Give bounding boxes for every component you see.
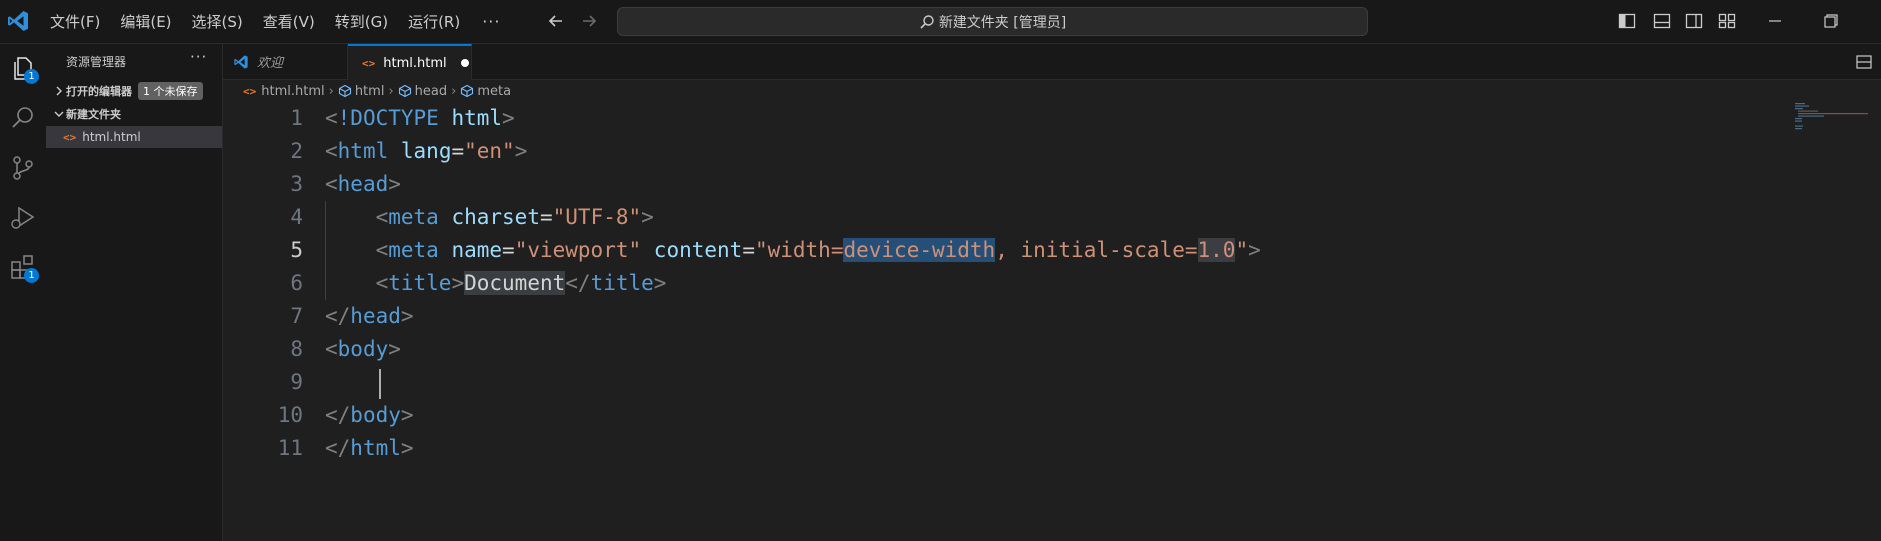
chevron-right-icon [56, 86, 62, 96]
breadcrumb-meta-label: meta [477, 83, 512, 99]
code-line-6: <title>Document</title> [375, 271, 667, 295]
editor-tab-bar: 欢迎 <> html.html [223, 44, 1881, 80]
line-number: 9 [290, 370, 303, 394]
file-item-label: html.html [82, 130, 141, 144]
menu-file[interactable]: 文件(F) [40, 7, 110, 37]
tab-html-file[interactable]: <> html.html [348, 44, 472, 80]
split-editor-icon[interactable] [1855, 53, 1873, 71]
unsaved-badge: 1 个未保存 [138, 82, 203, 100]
search-icon [920, 14, 934, 29]
code-line-1: <!DOCTYPE html> [325, 106, 515, 130]
breadcrumb-file-label: html.html [261, 83, 325, 99]
code-line-10: </body> [325, 403, 414, 427]
search-view-button[interactable] [7, 102, 39, 134]
chevron-down-icon [54, 111, 64, 117]
breadcrumb-html-label: html [354, 83, 385, 99]
unsaved-dot-icon[interactable] [460, 59, 469, 67]
sidebar-title: 资源管理器 [66, 55, 127, 69]
element-cube-icon [461, 84, 474, 98]
line-number: 8 [290, 337, 303, 361]
element-cube-icon [338, 84, 351, 98]
explorer-button[interactable]: 1 [7, 53, 39, 85]
breadcrumb-head[interactable]: head [398, 84, 447, 99]
extensions-button[interactable]: 1 [7, 251, 39, 283]
menu-view[interactable]: 查看(V) [253, 7, 325, 37]
chevron-right-icon: › [388, 83, 394, 99]
restore-icon[interactable] [1822, 12, 1840, 30]
breadcrumb-meta[interactable]: meta [460, 84, 511, 99]
html-file-icon: <> [243, 84, 257, 98]
code-line-3: <head> [325, 172, 401, 196]
tab-active-label: html.html [383, 55, 447, 71]
code-line-2: <html lang="en"> [325, 139, 528, 163]
vscode-logo-icon[interactable] [6, 9, 30, 33]
run-debug-button[interactable] [7, 202, 39, 234]
back-arrow-icon[interactable] [545, 10, 567, 32]
line-number: 11 [277, 436, 303, 460]
html-file-icon: <> [362, 56, 376, 70]
folder-section[interactable]: 新建文件夹 [46, 103, 222, 125]
toggle-secondary-sidebar-icon[interactable] [1684, 11, 1704, 31]
text-cursor [379, 369, 381, 399]
tab-welcome[interactable]: 欢迎 [223, 44, 348, 79]
sidebar-more-button[interactable]: ··· [190, 48, 207, 66]
breadcrumb: <> html.html › html › head › meta [243, 80, 511, 102]
forward-arrow-icon[interactable] [578, 10, 600, 32]
folder-label: 新建文件夹 [66, 108, 121, 121]
code-line-11: </html> [325, 436, 414, 460]
code-line-5: <meta name="viewport" content="width=dev… [375, 238, 1261, 262]
run-debug-icon [11, 206, 35, 229]
chevron-right-icon: › [451, 83, 457, 99]
extensions-badge: 1 [24, 268, 39, 283]
line-number: 7 [290, 304, 303, 328]
line-number: 3 [290, 172, 303, 196]
line-number: 1 [290, 106, 303, 130]
element-cube-icon [398, 84, 411, 98]
code-editor[interactable]: 1 2 3 4 5 6 7 8 9 10 11 <!DOCTYPE html> … [223, 102, 1881, 541]
code-line-8: <body> [325, 337, 401, 361]
vscode-logo-icon [234, 54, 248, 69]
html-file-icon: <> [63, 130, 77, 144]
open-editors-label: 打开的编辑器 [66, 85, 132, 98]
open-editors-section[interactable]: 打开的编辑器 1 个未保存 [46, 80, 222, 102]
minimap[interactable] [1795, 102, 1871, 132]
tab-welcome-label: 欢迎 [257, 56, 284, 71]
breadcrumb-head-label: head [414, 83, 448, 99]
activity-bar: 1 1 [0, 44, 47, 541]
code-line-7: </head> [325, 304, 414, 328]
line-number-active: 5 [290, 238, 303, 262]
search-icon [12, 107, 33, 128]
menu-edit[interactable]: 编辑(E) [110, 7, 181, 37]
chevron-right-icon: › [328, 83, 334, 99]
source-control-button[interactable] [7, 152, 39, 184]
line-number: 6 [290, 271, 303, 295]
explorer-sidebar: 资源管理器 ··· 打开的编辑器 1 个未保存 新建文件夹 <> html.ht… [46, 44, 223, 541]
command-center-search[interactable]: 新建文件夹 [管理员] [617, 7, 1368, 36]
line-number: 2 [290, 139, 303, 163]
line-number: 4 [290, 205, 303, 229]
menu-more-button[interactable]: ··· [470, 12, 512, 31]
source-control-icon [13, 156, 33, 180]
breadcrumb-html[interactable]: html [338, 83, 385, 99]
customize-layout-icon[interactable] [1717, 11, 1737, 31]
menu-bar: 文件(F) 编辑(E) 选择(S) 查看(V) 转到(G) 运行(R) ··· [40, 0, 512, 43]
toggle-primary-sidebar-icon[interactable] [1617, 11, 1637, 31]
title-bar: 文件(F) 编辑(E) 选择(S) 查看(V) 转到(G) 运行(R) ··· … [0, 0, 1881, 44]
explorer-badge: 1 [24, 69, 39, 84]
line-number: 10 [277, 403, 303, 427]
code-line-4: <meta charset="UTF-8"> [375, 205, 654, 229]
minimize-icon[interactable] [1766, 12, 1784, 30]
file-item-html[interactable]: <> html.html [46, 126, 222, 148]
toggle-panel-icon[interactable] [1652, 11, 1672, 31]
menu-run[interactable]: 运行(R) [398, 7, 470, 37]
menu-go[interactable]: 转到(G) [325, 7, 398, 37]
menu-selection[interactable]: 选择(S) [182, 7, 253, 37]
breadcrumb-file[interactable]: <> html.html [243, 84, 325, 99]
command-center-label: 新建文件夹 [管理员] [938, 14, 1067, 31]
